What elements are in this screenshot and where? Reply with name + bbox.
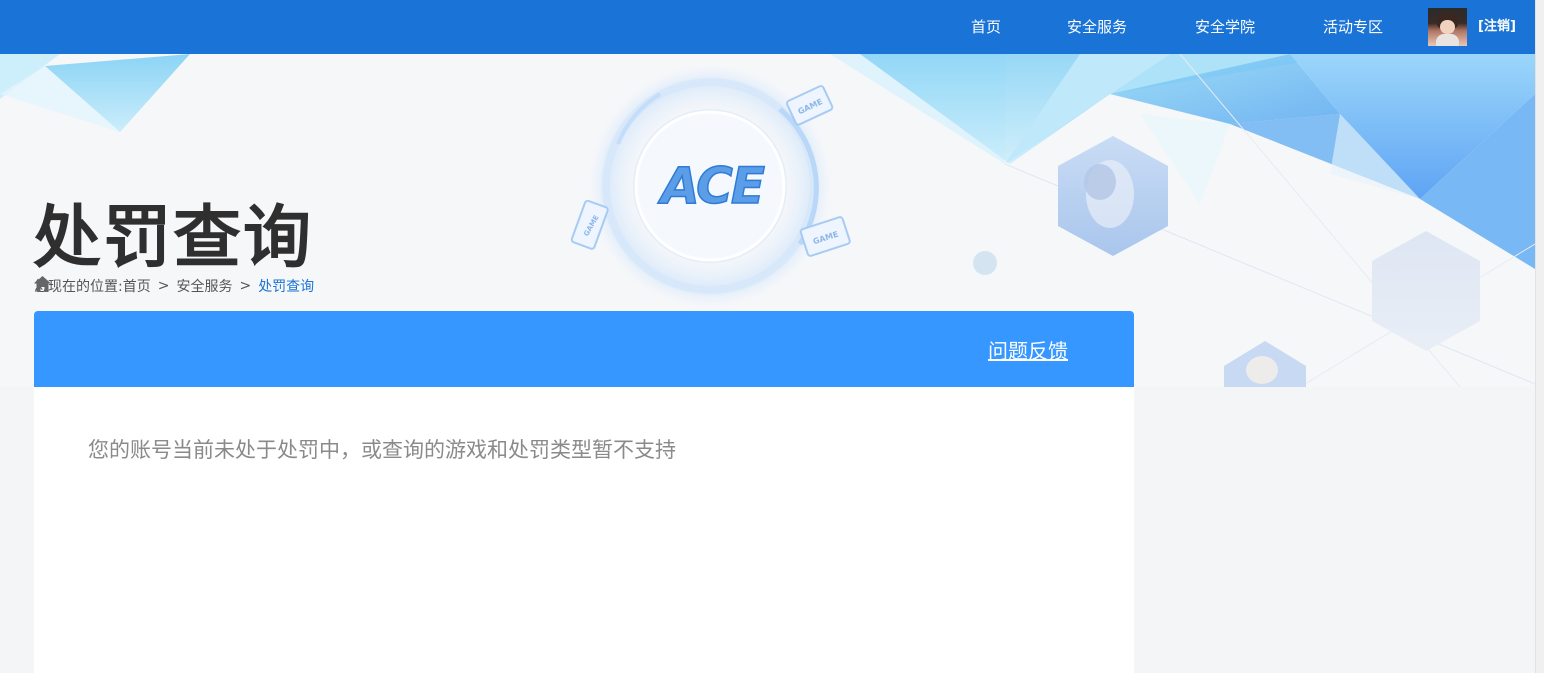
breadcrumb: 您现在的位置: 首页 > 安全服务 > 处罚查询 (34, 276, 314, 296)
page-scrollbar[interactable] (1535, 0, 1544, 673)
nav-item-security-service[interactable]: 安全服务 (1067, 0, 1127, 54)
breadcrumb-separator: > (157, 278, 170, 294)
avatar-face (1440, 20, 1455, 34)
logout-link[interactable]: [注销] (1478, 0, 1516, 54)
user-avatar[interactable] (1428, 8, 1467, 46)
card-body: 您的账号当前未处于处罚中，或查询的游戏和处罚类型暂不支持 (34, 387, 1134, 673)
nav-item-events[interactable]: 活动专区 (1323, 0, 1383, 54)
breadcrumb-separator-2: > (239, 278, 252, 294)
card-header: 问题反馈 (34, 311, 1134, 387)
nav-item-security-academy[interactable]: 安全学院 (1195, 0, 1255, 54)
breadcrumb-home[interactable]: 首页 (123, 276, 151, 296)
page-title: 处罚查询 (33, 199, 314, 278)
feedback-link[interactable]: 问题反馈 (988, 335, 1068, 364)
top-nav-bar: 首页 安全服务 安全学院 活动专区 [注销] (0, 0, 1535, 54)
home-icon (34, 276, 51, 292)
ace-logo: ACE (657, 157, 765, 215)
breadcrumb-current[interactable]: 处罚查询 (258, 276, 314, 296)
breadcrumb-security-service[interactable]: 安全服务 (176, 276, 232, 296)
query-result-message: 您的账号当前未处于处罚中，或查询的游戏和处罚类型暂不支持 (88, 438, 676, 462)
avatar-body (1436, 34, 1459, 46)
nav-item-home[interactable]: 首页 (971, 0, 1001, 54)
